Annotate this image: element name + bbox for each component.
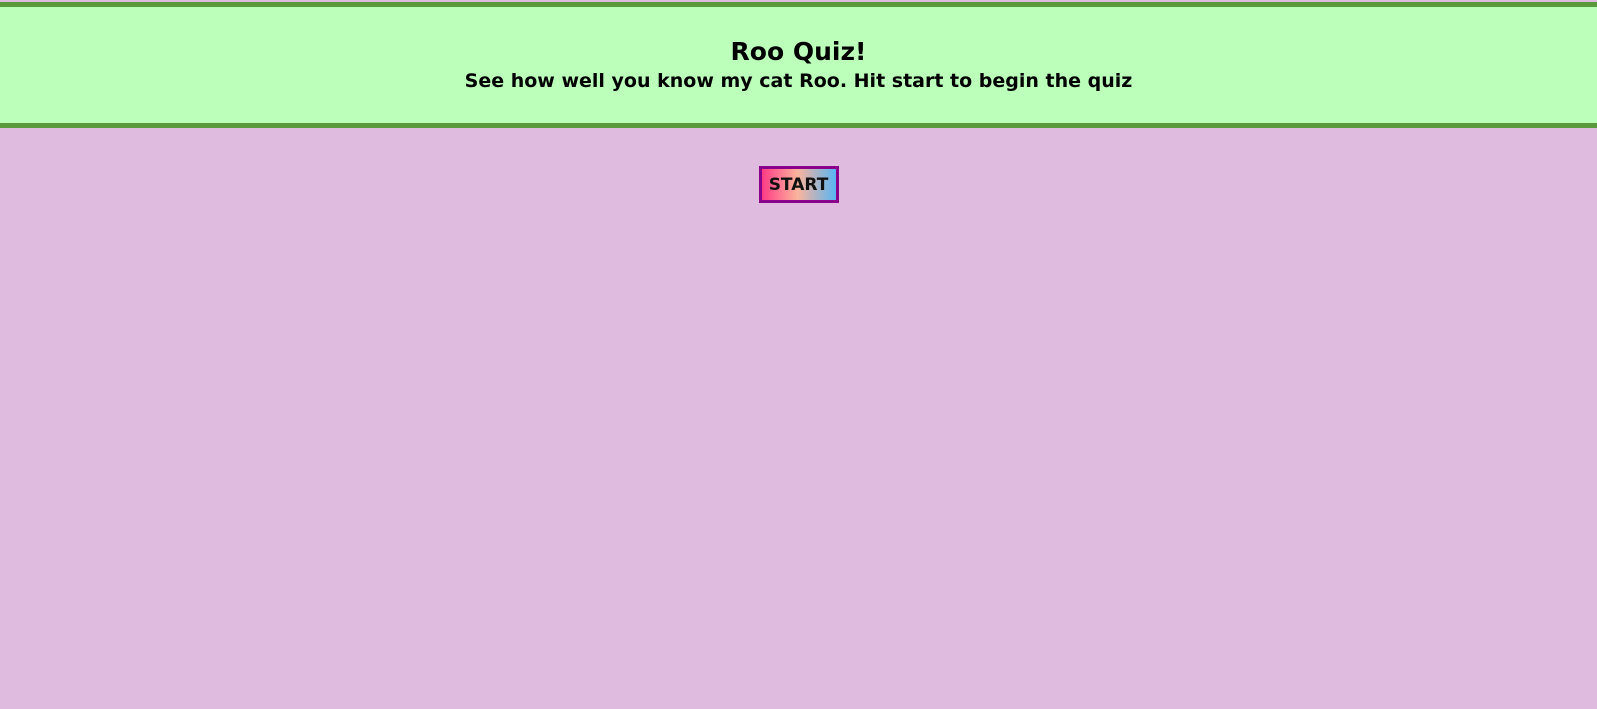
start-button[interactable]: START xyxy=(758,166,839,203)
page-subtitle: See how well you know my cat Roo. Hit st… xyxy=(464,70,1133,92)
quiz-main: START xyxy=(0,128,1597,203)
quiz-header: Roo Quiz! See how well you know my cat R… xyxy=(0,2,1597,128)
page-title: Roo Quiz! xyxy=(730,37,867,66)
